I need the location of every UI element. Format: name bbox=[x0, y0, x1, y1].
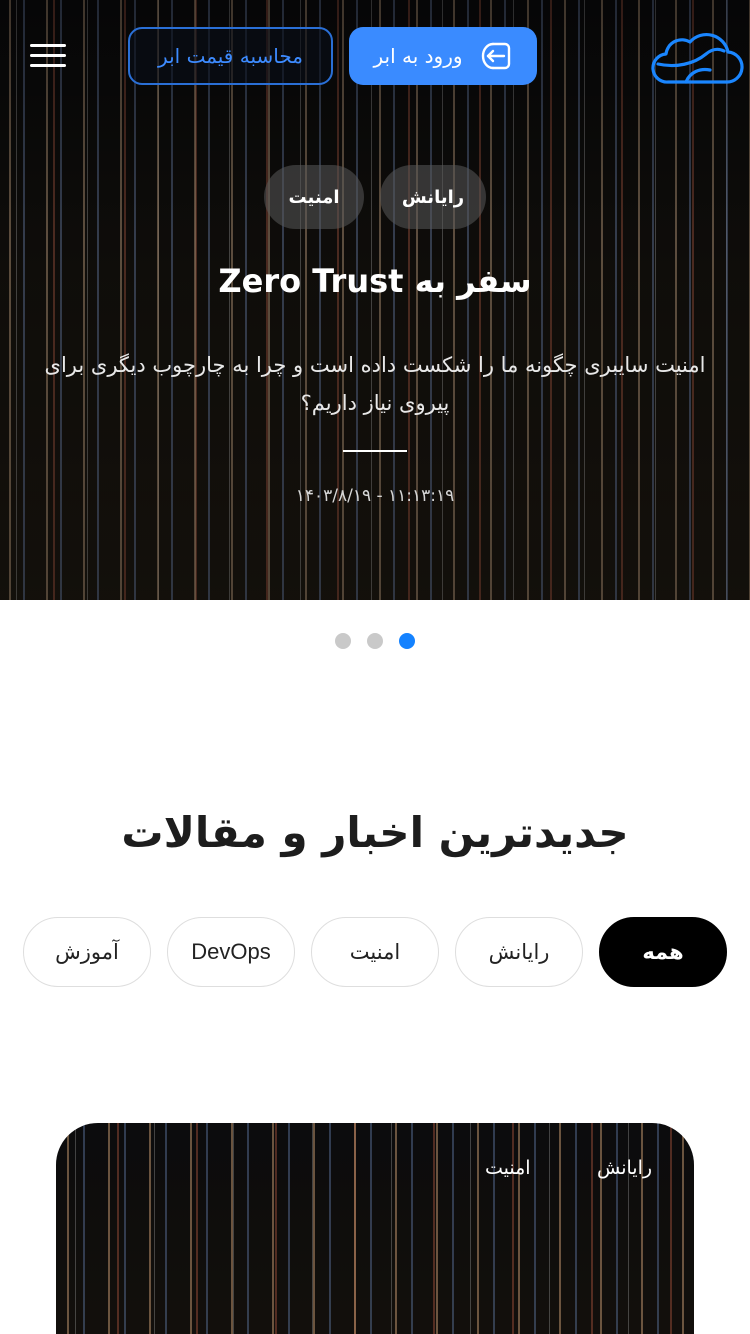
carousel-dot[interactable] bbox=[335, 633, 351, 649]
hero-chip-security[interactable]: امنیت bbox=[264, 165, 364, 229]
hero-title[interactable]: سفر به Zero Trust bbox=[0, 262, 750, 300]
hamburger-menu-icon[interactable] bbox=[28, 42, 68, 70]
login-button-label: ورود به ابر bbox=[373, 44, 463, 68]
cloud-price-calculator-button[interactable]: محاسبه قیمت ابر bbox=[128, 27, 333, 85]
hero-date: ۱۴۰۳/۸/۱۹ - ۱۱:۱۳:۱۹ bbox=[295, 486, 455, 506]
filter-all[interactable]: همه bbox=[599, 917, 727, 987]
calc-button-label: محاسبه قیمت ابر bbox=[158, 44, 303, 68]
filter-label: DevOps bbox=[191, 939, 271, 964]
hero-divider bbox=[343, 450, 407, 452]
filter-computing[interactable]: رایانش bbox=[455, 917, 583, 987]
menu-bar bbox=[30, 54, 66, 57]
chip-label: امنیت bbox=[288, 186, 340, 208]
news-section-title: جدیدترین اخبار و مقالات bbox=[121, 808, 629, 857]
menu-bar bbox=[30, 44, 66, 47]
hero-subtitle: امنیت سایبری چگونه ما را شکست داده است و… bbox=[44, 353, 706, 415]
carousel-dot[interactable] bbox=[367, 633, 383, 649]
article-card[interactable]: رایانش امنیت bbox=[56, 1123, 694, 1334]
card-tag-computing[interactable]: رایانش bbox=[597, 1157, 652, 1179]
chip-label: رایانش bbox=[401, 186, 465, 208]
filter-security[interactable]: امنیت bbox=[311, 917, 439, 987]
filter-training[interactable]: آموزش bbox=[23, 917, 151, 987]
filter-label: امنیت bbox=[349, 940, 401, 964]
carousel-pagination bbox=[0, 633, 750, 649]
carousel-dot-active[interactable] bbox=[399, 633, 415, 649]
hero-overlay bbox=[0, 0, 750, 600]
login-to-cloud-button[interactable]: ورود به ابر bbox=[349, 27, 537, 85]
hero-banner[interactable]: محاسبه قیمت ابر ورود به ابر رایانش امنیت… bbox=[0, 0, 750, 600]
filter-label: آموزش bbox=[55, 940, 119, 964]
card-overlay bbox=[56, 1123, 694, 1334]
cloud-logo-icon[interactable] bbox=[646, 24, 744, 88]
filter-devops[interactable]: DevOps bbox=[167, 917, 295, 987]
hero-chip-computing[interactable]: رایانش bbox=[380, 165, 486, 229]
menu-bar bbox=[30, 64, 66, 67]
card-tag-security[interactable]: امنیت bbox=[485, 1157, 531, 1179]
filter-label: همه bbox=[642, 940, 684, 964]
filter-label: رایانش bbox=[488, 940, 550, 964]
login-arrow-icon bbox=[481, 42, 510, 70]
